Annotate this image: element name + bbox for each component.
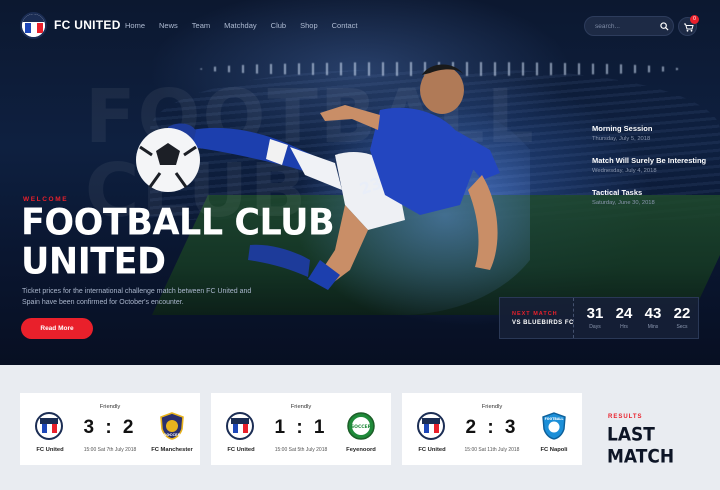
- countdown-caption: Secs: [676, 324, 688, 330]
- news-item[interactable]: Morning Session Thursday, July 5, 2018: [592, 124, 712, 156]
- nav-item-shop[interactable]: Shop: [300, 21, 318, 30]
- club-logo-icon[interactable]: [20, 12, 47, 39]
- nav-item-home[interactable]: Home: [125, 21, 145, 30]
- next-match-label: NEXT MATCH: [512, 311, 558, 317]
- next-match-opponent: VS BLUEBIRDS FC: [512, 320, 574, 326]
- read-more-button[interactable]: Read More: [21, 318, 93, 339]
- countdown-divider: [573, 298, 574, 338]
- crest-text: SOCCER: [163, 432, 180, 437]
- nav-item-matchday[interactable]: Matchday: [224, 21, 257, 30]
- news-item[interactable]: Tactical Tasks Saturday, June 30, 2018: [592, 188, 712, 220]
- countdown-caption: Days: [589, 324, 601, 330]
- site-header: FC UNITED Home News Team Matchday Club S…: [0, 0, 720, 52]
- match-competition: Friendly: [290, 404, 312, 410]
- away-team-name: Feyenoord: [346, 447, 376, 453]
- match-card[interactable]: Friendly 3 : 2 SOCCER FC United 15:00 Sa…: [20, 393, 200, 465]
- circle-crest-icon: SOCCER: [347, 412, 375, 440]
- match-card[interactable]: Friendly 2 : 3 FOOTBALL FC United 15:00 …: [402, 393, 582, 465]
- cart-count-badge: 0: [690, 15, 699, 24]
- news-title[interactable]: Match Will Surely Be Interesting: [592, 156, 712, 165]
- match-competition: Friendly: [481, 404, 503, 410]
- crest-text: FOOTBALL: [545, 417, 564, 421]
- news-item[interactable]: Match Will Surely Be Interesting Wednesd…: [592, 156, 712, 188]
- main-nav: Home News Team Matchday Club Shop Contac…: [125, 21, 371, 30]
- search-icon[interactable]: [660, 22, 669, 31]
- countdown-value: 43: [644, 305, 662, 322]
- search-input[interactable]: [595, 21, 655, 32]
- nav-item-contact[interactable]: Contact: [332, 21, 358, 30]
- brand-name[interactable]: FC UNITED: [54, 18, 121, 32]
- results-title: LAST MATCH: [607, 424, 675, 468]
- crest-text: SOCCER: [351, 424, 372, 430]
- countdown-caption: Hrs: [620, 324, 628, 330]
- countdown-minutes: 43 Mins: [641, 305, 665, 330]
- countdown-caption: Mins: [647, 324, 659, 330]
- countdown-seconds: 22 Secs: [670, 305, 694, 330]
- hero-description: Ticket prices for the international chal…: [22, 288, 252, 306]
- countdown-hours: 24 Hrs: [612, 305, 636, 330]
- news-title[interactable]: Tactical Tasks: [592, 188, 712, 197]
- countdown-value: 22: [673, 305, 691, 322]
- hero-title-line2: UNITED: [21, 240, 166, 283]
- news-list: Morning Session Thursday, July 5, 2018 M…: [592, 124, 712, 220]
- news-date: Wednesday, July 4, 2018: [592, 168, 657, 174]
- nav-item-club[interactable]: Club: [271, 21, 286, 30]
- away-team-name: FC Manchester: [151, 447, 193, 453]
- news-date: Saturday, June 30, 2018: [592, 200, 655, 206]
- countdown-value: 31: [586, 305, 604, 322]
- nav-item-news[interactable]: News: [159, 21, 178, 30]
- hero-title-line1: FOOTBALL CLUB: [21, 201, 335, 244]
- news-date: Thursday, July 5, 2018: [592, 136, 651, 142]
- match-competition: Friendly: [99, 404, 121, 410]
- shield-crest-icon: FOOTBALL: [542, 412, 566, 440]
- nav-item-team[interactable]: Team: [192, 21, 210, 30]
- news-title[interactable]: Morning Session: [592, 124, 712, 133]
- hero-title: FOOTBALL CLUB UNITED: [21, 201, 335, 283]
- next-match-countdown: NEXT MATCH VS BLUEBIRDS FC 31 Days 24 Hr…: [499, 297, 699, 339]
- match-card[interactable]: Friendly 1 : 1 SOCCER FC United 15:00 Sa…: [211, 393, 391, 465]
- shield-crest-icon: SOCCER: [160, 412, 184, 440]
- away-team-name: FC Napoli: [540, 447, 568, 453]
- results-label: RESULTS: [608, 414, 643, 420]
- search-box: [584, 16, 674, 36]
- countdown-value: 24: [615, 305, 633, 322]
- countdown-days: 31 Days: [583, 305, 607, 330]
